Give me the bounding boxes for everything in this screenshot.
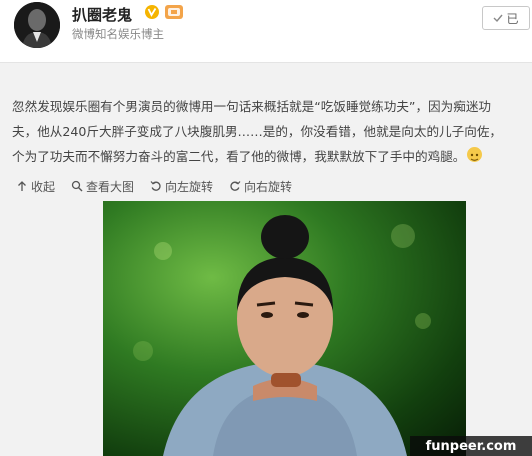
view-large-label: 查看大图 [86, 179, 135, 194]
rotate-right-label: 向右旋转 [244, 179, 293, 194]
view-large-button[interactable]: 查看大图 [71, 178, 134, 195]
rotate-left-icon [150, 181, 161, 191]
watermark: funpeer.com [410, 436, 532, 456]
post-header: 扒圈老鬼 微博知名娱乐博主 已 [0, 0, 532, 62]
post-line-text: 个为了功夫而不懈努力奋斗的富二代，看了他的微博，我默默放下了手中的鸡腿。 [12, 149, 466, 164]
avatar[interactable] [14, 2, 60, 48]
post-line: 个为了功夫而不懈努力奋斗的富二代，看了他的微博，我默默放下了手中的鸡腿。 [12, 144, 518, 169]
zoom-icon [71, 180, 83, 192]
post-line: 忽然发现娱乐圈有个男演员的微博用一句话来概括就是“吃饭睡觉练功夫”，因为痴迷功 [12, 99, 492, 114]
arrow-up-icon [18, 181, 26, 191]
image-toolbar: 收起 查看大图 向左旋转 向右旋转 [16, 174, 516, 198]
rotate-left-button[interactable]: 向左旋转 [150, 178, 213, 195]
follow-button[interactable]: 已 [482, 6, 530, 30]
post-line: 夫，他从240斤大胖子变成了八块腹肌男……是的，你没看错，他就是向太的儿子向佐， [12, 124, 503, 139]
collapse-label: 收起 [31, 179, 56, 194]
username[interactable]: 扒圈老鬼 [72, 4, 132, 25]
follow-label: 已 [506, 11, 519, 26]
user-subtitle: 微博知名娱乐博主 [72, 27, 164, 41]
rotate-left-label: 向左旋转 [165, 179, 214, 194]
rotate-right-button[interactable]: 向右旋转 [229, 178, 292, 195]
divider [0, 62, 532, 63]
rotate-right-icon [230, 181, 241, 191]
post-text: 忽然发现娱乐圈有个男演员的微博用一句话来概括就是“吃饭睡觉练功夫”，因为痴迷功 … [12, 94, 518, 169]
collapse-button[interactable]: 收起 [16, 178, 55, 195]
post-photo [133, 215, 431, 456]
follow-icon [493, 14, 504, 23]
verified-icon [145, 5, 159, 19]
level-badge-icon [165, 5, 183, 19]
emoji-icon [467, 147, 483, 162]
post-image[interactable] [103, 201, 466, 456]
avatar-portrait-icon [14, 2, 60, 48]
